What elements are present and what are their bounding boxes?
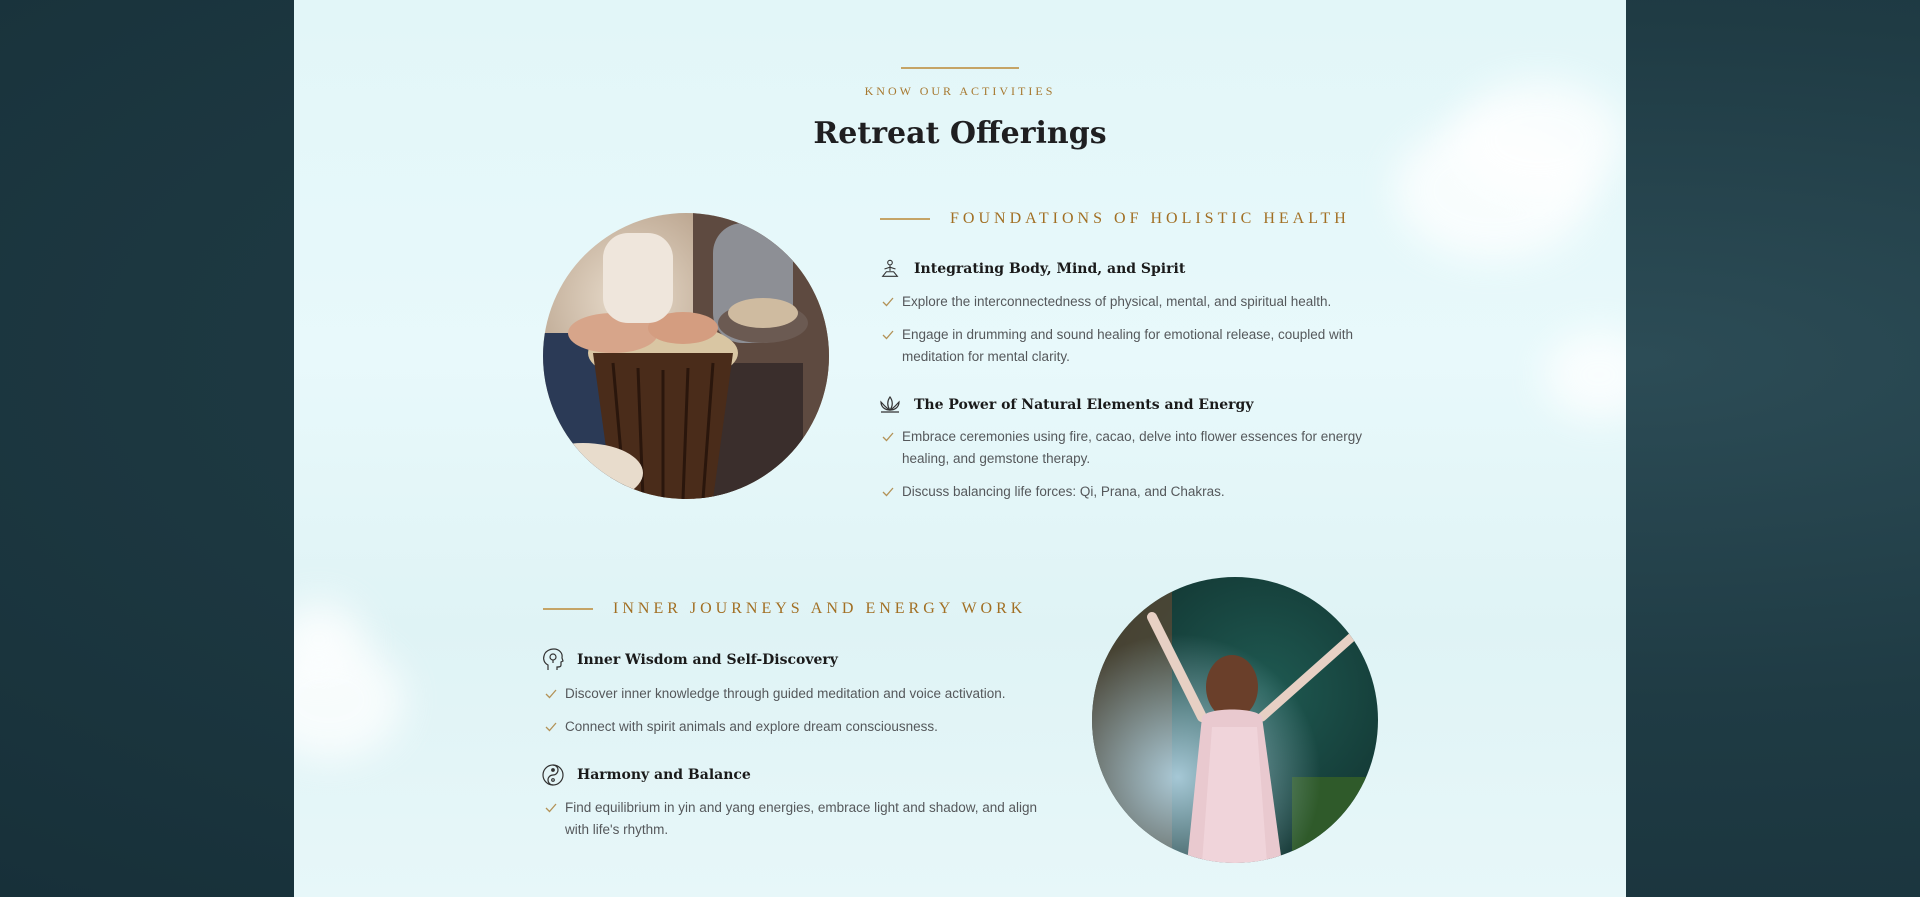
group-title: Inner Wisdom and Self-Discovery: [541, 648, 838, 672]
page-title: Retreat Offerings: [813, 116, 1107, 151]
heading-rule: [880, 218, 930, 220]
lotus-icon: [878, 393, 902, 417]
forest-dance-photo: [1092, 577, 1378, 863]
section-kicker: KNOW OUR ACTIVITIES: [864, 84, 1056, 98]
kicker-divider: [901, 67, 1019, 69]
list-item-text: Discuss balancing life forces: Qi, Prana…: [902, 484, 1225, 499]
cloud-decoration: [1544, 330, 1626, 420]
list-item: Find equilibrium in yin and yang energie…: [545, 797, 1045, 841]
checkmark-icon: [882, 291, 894, 313]
checkmark-icon: [882, 481, 894, 503]
yin-yang-icon: [541, 763, 565, 787]
group-title: Integrating Body, Mind, and Spirit: [878, 257, 1185, 281]
forest-dance-photo-illustration: [1092, 577, 1378, 863]
list-item-text: Embrace ceremonies using fire, cacao, de…: [902, 429, 1362, 466]
list-item: Engage in drumming and sound healing for…: [882, 324, 1372, 368]
mind-head-icon: [541, 648, 565, 672]
drumming-photo: [543, 213, 829, 499]
meditation-icon: [878, 257, 902, 281]
group-title: Harmony and Balance: [541, 763, 751, 787]
group-title-text: Integrating Body, Mind, and Spirit: [914, 261, 1186, 277]
section-title: INNER JOURNEYS AND ENERGY WORK: [613, 600, 1027, 617]
checkmark-icon: [545, 797, 557, 841]
list-item: Embrace ceremonies using fire, cacao, de…: [882, 426, 1372, 470]
list-item-text: Explore the interconnectedness of physic…: [902, 294, 1332, 309]
group-title-text: The Power of Natural Elements and Energy: [914, 397, 1254, 413]
group-title-text: Harmony and Balance: [577, 767, 751, 783]
list-item-text: Engage in drumming and sound healing for…: [902, 327, 1354, 364]
list-item: Discover inner knowledge through guided …: [545, 683, 1045, 705]
list-item: Connect with spirit animals and explore …: [545, 716, 1045, 738]
section-heading: FOUNDATIONS OF HOLISTIC HEALTH: [880, 210, 1350, 228]
checkmark-icon: [545, 716, 557, 738]
drumming-photo-illustration: [543, 213, 829, 499]
group-title: The Power of Natural Elements and Energy: [878, 393, 1253, 417]
checkmark-icon: [545, 683, 557, 705]
heading-rule: [543, 608, 593, 610]
list-item-text: Discover inner knowledge through guided …: [565, 686, 1006, 701]
checkmark-icon: [882, 426, 894, 470]
list-item-text: Connect with spirit animals and explore …: [565, 719, 938, 734]
list-item: Explore the interconnectedness of physic…: [882, 291, 1372, 313]
section-heading: INNER JOURNEYS AND ENERGY WORK: [543, 600, 1026, 618]
list-item-text: Find equilibrium in yin and yang energie…: [565, 800, 1038, 837]
group-title-text: Inner Wisdom and Self-Discovery: [577, 652, 838, 668]
checkmark-icon: [882, 324, 894, 368]
section-title: FOUNDATIONS OF HOLISTIC HEALTH: [950, 210, 1350, 227]
list-item: Discuss balancing life forces: Qi, Prana…: [882, 481, 1372, 503]
content-panel: KNOW OUR ACTIVITIES Retreat Offerings FO…: [294, 0, 1626, 897]
